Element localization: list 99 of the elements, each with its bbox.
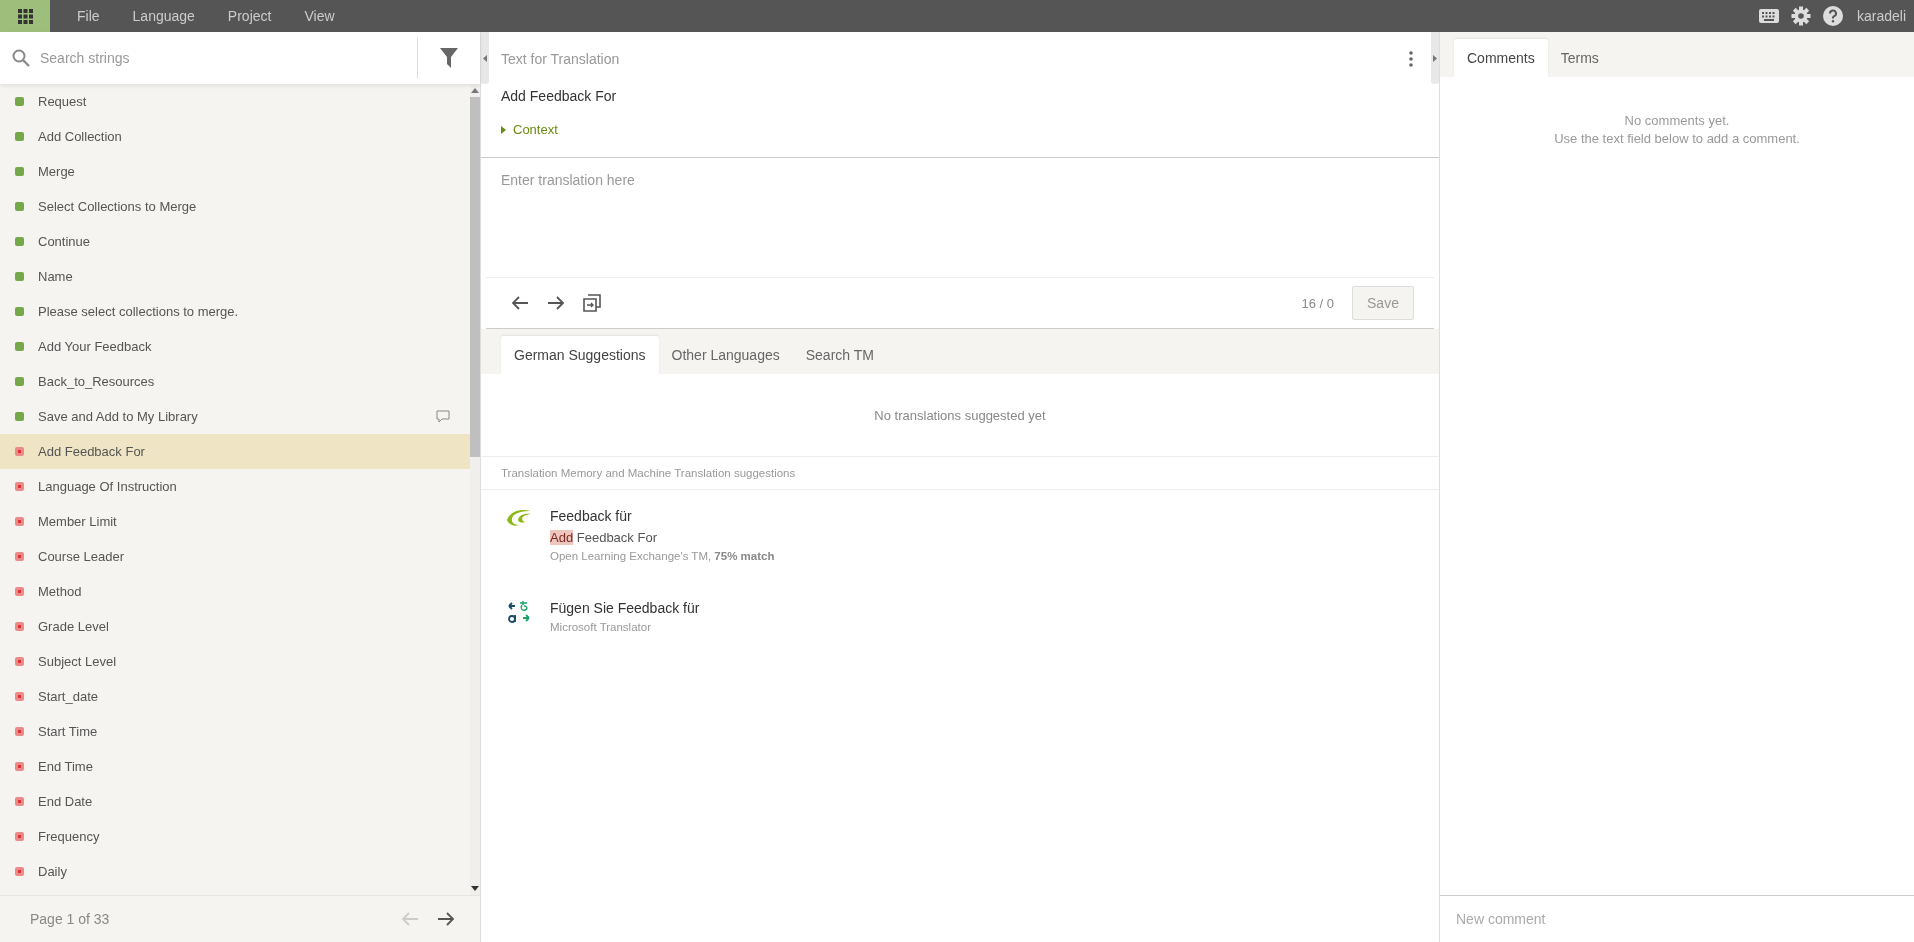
string-text: Daily bbox=[38, 864, 68, 879]
string-item[interactable]: Back_to_Resources bbox=[0, 364, 470, 399]
scroll-down-icon bbox=[471, 886, 479, 891]
search-icon bbox=[12, 49, 30, 67]
string-text: Method bbox=[38, 584, 83, 599]
string-text: Name bbox=[38, 269, 74, 284]
tab[interactable]: Other Languages bbox=[658, 336, 793, 374]
scrollbar[interactable] bbox=[470, 84, 480, 895]
string-text: Please select collections to merge. bbox=[38, 304, 240, 319]
filter-icon bbox=[440, 48, 458, 68]
copy-source-button[interactable] bbox=[583, 294, 601, 312]
grid-icon bbox=[17, 8, 33, 24]
source-text: Feedback For bbox=[575, 530, 657, 545]
string-item[interactable]: End Time bbox=[0, 749, 470, 784]
section-label: Translation Memory and Machine Translation suggestions bbox=[481, 457, 1439, 490]
tab[interactable]: Comments bbox=[1454, 39, 1548, 77]
caret-icon bbox=[483, 54, 487, 62]
string-text: End Date bbox=[38, 794, 94, 809]
collapse-handle[interactable] bbox=[1431, 32, 1439, 84]
string-item[interactable]: Add Collection bbox=[0, 119, 470, 154]
tab[interactable]: German Suggestions bbox=[501, 336, 659, 374]
menu-item[interactable]: Language bbox=[128, 8, 199, 24]
string-text: Select Collections to Merge bbox=[38, 199, 198, 214]
page-label: Page 1 of 33 bbox=[30, 911, 111, 927]
left-arrow-icon bbox=[511, 295, 529, 311]
string-item[interactable]: Request bbox=[0, 84, 470, 119]
right-arrow-icon bbox=[437, 911, 455, 927]
source-text: Add Feedback For bbox=[501, 88, 618, 104]
string-text: Back_to_Resources bbox=[38, 374, 156, 389]
right-arrow-icon bbox=[547, 295, 565, 311]
apps-menu-button[interactable] bbox=[0, 0, 50, 32]
string-text: Add Your Feedback bbox=[38, 339, 153, 354]
copy-icon bbox=[583, 294, 601, 312]
string-item[interactable]: Name bbox=[0, 259, 470, 294]
next-string-button[interactable] bbox=[547, 295, 565, 311]
suggestion-text: Fügen Sie Feedback für bbox=[550, 600, 700, 616]
string-text: Merge bbox=[38, 164, 76, 179]
string-text: Subject Level bbox=[38, 654, 118, 669]
tab[interactable]: Search TM bbox=[792, 336, 887, 374]
string-item[interactable]: Add Your Feedback bbox=[0, 329, 470, 364]
suggestion-item[interactable]: Fügen Sie Feedback für Microsoft Translator bbox=[481, 582, 1439, 674]
string-item[interactable]: Continue bbox=[0, 224, 470, 259]
translate-icon bbox=[505, 600, 533, 624]
empty-message: No comments yet. bbox=[1624, 113, 1730, 128]
tab[interactable]: Terms bbox=[1547, 39, 1612, 77]
string-item[interactable]: Start_date bbox=[0, 679, 470, 714]
string-item[interactable]: Course Leader bbox=[0, 539, 470, 574]
menu-item[interactable]: File bbox=[73, 8, 104, 24]
keyboard-icon[interactable] bbox=[1758, 9, 1779, 23]
string-item[interactable]: End Date bbox=[0, 784, 470, 819]
caret-icon bbox=[1433, 54, 1437, 62]
suggestion-text: Feedback für bbox=[550, 508, 632, 524]
empty-message: Use the text field below to add a comment. bbox=[1554, 131, 1800, 146]
string-item[interactable]: Select Collections to Merge bbox=[0, 189, 470, 224]
help-icon[interactable] bbox=[1822, 6, 1843, 26]
menu-item[interactable]: Project bbox=[223, 8, 276, 24]
string-text: Language Of Instruction bbox=[38, 479, 178, 494]
character-counter: 16 / 0 bbox=[1301, 295, 1334, 311]
string-item[interactable]: Method bbox=[0, 574, 470, 609]
suggestion-item[interactable]: Feedback für Add Feedback For Open Learning Exchange's TM, 75% match bbox=[481, 490, 1439, 582]
string-text: Frequency bbox=[38, 829, 101, 844]
kebab-icon bbox=[1409, 51, 1413, 67]
source-text: Add bbox=[550, 530, 574, 545]
string-text: Course Leader bbox=[38, 549, 125, 564]
left-arrow-icon bbox=[401, 911, 419, 927]
string-item[interactable]: Subject Level bbox=[0, 644, 470, 679]
string-text: End Time bbox=[38, 759, 94, 774]
username[interactable]: karadeli bbox=[1856, 8, 1906, 24]
string-item[interactable]: Grade Level bbox=[0, 609, 470, 644]
suggestion-origin: Open Learning Exchange's TM, 75% match bbox=[550, 550, 775, 562]
string-text: Continue bbox=[38, 234, 92, 249]
string-item[interactable]: Language Of Instruction bbox=[0, 469, 470, 504]
string-item[interactable]: Frequency bbox=[0, 819, 470, 854]
previous-string-button[interactable] bbox=[511, 295, 529, 311]
suggestion-origin: Microsoft Translator bbox=[550, 621, 651, 633]
string-text: Add Feedback For bbox=[38, 444, 146, 459]
settings-icon[interactable] bbox=[1790, 6, 1811, 26]
string-item[interactable]: Daily bbox=[0, 854, 470, 889]
string-text: Start_date bbox=[38, 689, 99, 704]
string-text: Request bbox=[38, 94, 88, 109]
string-text: Member Limit bbox=[38, 514, 118, 529]
string-item[interactable]: Start Time bbox=[0, 714, 470, 749]
string-item[interactable]: Member Limit bbox=[0, 504, 470, 539]
string-item[interactable]: Merge bbox=[0, 154, 470, 189]
string-text: Grade Level bbox=[38, 619, 110, 634]
scroll-up-icon bbox=[471, 88, 479, 93]
context-toggle[interactable]: Context bbox=[501, 122, 558, 137]
string-item[interactable]: Add Feedback For bbox=[0, 434, 470, 469]
string-text: Add Collection bbox=[38, 129, 123, 144]
next-page-button[interactable] bbox=[437, 911, 455, 927]
string-item[interactable]: Please select collections to merge. bbox=[0, 294, 470, 329]
menu-item[interactable]: View bbox=[300, 8, 339, 24]
caret-icon bbox=[501, 125, 507, 134]
string-text: Save and Add to My Library bbox=[38, 409, 199, 424]
string-item[interactable]: Save and Add to My Library bbox=[0, 399, 470, 434]
empty-message: No translations suggested yet bbox=[481, 374, 1439, 457]
section-title: Text for Translation bbox=[501, 51, 621, 67]
string-text: Start Time bbox=[38, 724, 99, 739]
collapse-handle[interactable] bbox=[481, 32, 489, 84]
